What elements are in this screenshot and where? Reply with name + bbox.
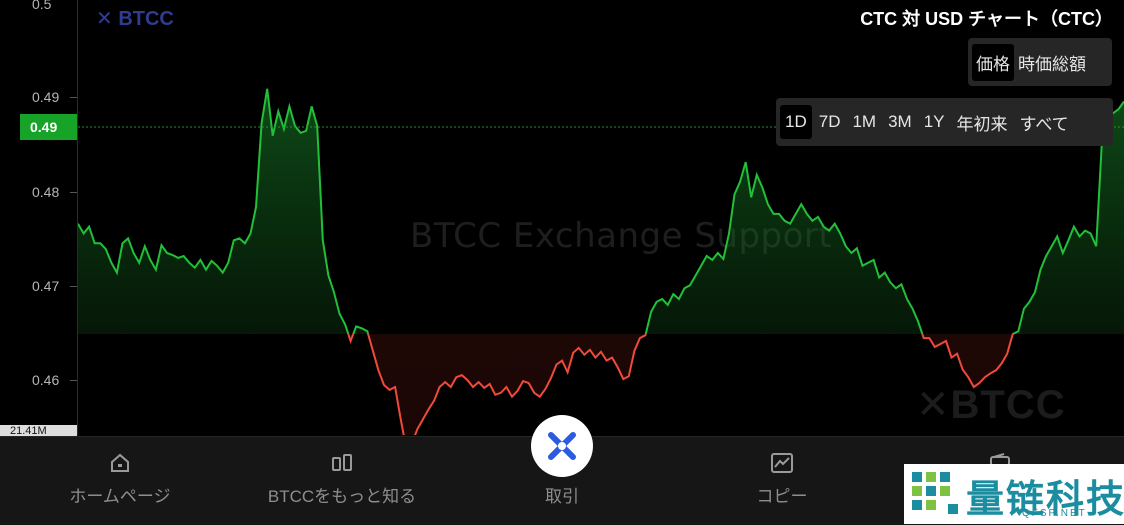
nav-home[interactable]: ホームページ bbox=[35, 437, 205, 525]
range-ytd-button[interactable]: 年初来 bbox=[952, 103, 1013, 142]
current-price-tag: 0.49 bbox=[20, 114, 77, 140]
chart-title: CTC 対 USD チャート（CTC） bbox=[860, 9, 1113, 29]
range-1d-button[interactable]: 1D bbox=[780, 105, 812, 139]
btcc-x-icon: ✕ bbox=[96, 8, 113, 30]
y-axis: 0.5 0.49 0.48 0.47 0.46 bbox=[0, 0, 78, 435]
nav-trade-label: 取引 bbox=[545, 487, 579, 506]
y-tick-mark bbox=[70, 97, 77, 98]
nav-about[interactable]: BTCCをもっと知る bbox=[257, 437, 427, 525]
y-tick: 0.5 bbox=[32, 0, 52, 12]
brand-text: BTCC bbox=[118, 8, 174, 30]
time-range-selector: 1D 7D 1M 3M 1Y 年初来 すべて bbox=[776, 98, 1113, 146]
range-7d-button[interactable]: 7D bbox=[814, 105, 846, 139]
range-1m-button[interactable]: 1M bbox=[847, 105, 881, 139]
y-tick: 0.48 bbox=[32, 184, 60, 200]
y-tick: 0.49 bbox=[32, 89, 60, 105]
range-1y-button[interactable]: 1Y bbox=[919, 105, 950, 139]
price-marketcap-toggle: 価格 時価総額 bbox=[968, 38, 1112, 86]
mode-price-button[interactable]: 価格 bbox=[972, 43, 1014, 81]
nav-copy-label: コピー bbox=[756, 487, 808, 506]
nav-home-label: ホームページ bbox=[69, 487, 171, 506]
chart-card-icon bbox=[771, 453, 793, 473]
home-icon bbox=[111, 453, 129, 472]
y-tick-mark bbox=[70, 380, 77, 381]
y-tick-mark bbox=[70, 286, 77, 287]
corner-logo: 量链科技 QFSP.NET bbox=[904, 464, 1124, 524]
y-tick: 0.46 bbox=[32, 372, 60, 388]
mode-marketcap-button[interactable]: 時価総額 bbox=[1014, 44, 1090, 81]
nav-copy[interactable]: コピー bbox=[697, 437, 867, 525]
corner-logo-domain: QFSP.NET bbox=[1022, 508, 1087, 519]
y-tick-mark bbox=[70, 192, 77, 193]
nav-about-label: BTCCをもっと知る bbox=[267, 487, 417, 506]
range-all-button[interactable]: すべて bbox=[1015, 103, 1074, 142]
trade-x-icon bbox=[548, 432, 576, 460]
brand-logo: ✕ BTCC bbox=[96, 6, 174, 31]
y-tick: 0.47 bbox=[32, 278, 60, 294]
range-3m-button[interactable]: 3M bbox=[883, 105, 917, 139]
panels-icon bbox=[332, 454, 352, 471]
qfsp-logo-icon bbox=[912, 472, 958, 514]
trade-center-button[interactable] bbox=[531, 415, 593, 477]
